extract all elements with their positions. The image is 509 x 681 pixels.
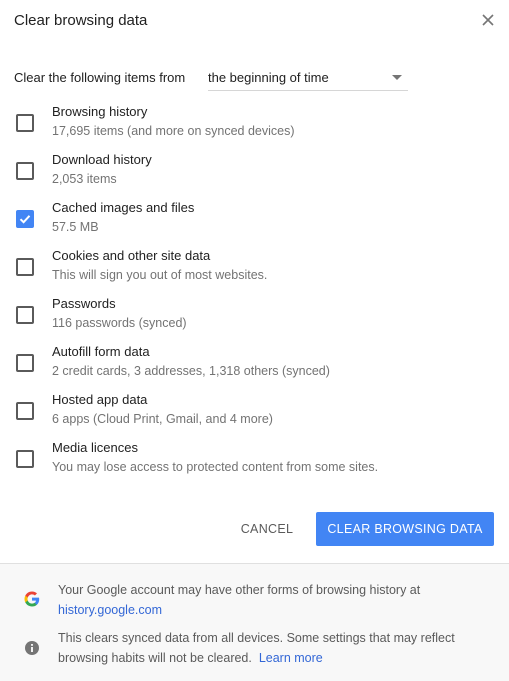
item-download-history[interactable]: Download history 2,053 items [0,152,509,196]
google-note-text: Your Google account may have other forms… [58,583,421,597]
item-cached-images[interactable]: Cached images and files 57.5 MB [0,200,509,244]
time-range-value: the beginning of time [208,70,329,85]
history-google-link[interactable]: history.google.com [58,603,162,617]
clear-browsing-data-dialog: Clear browsing data Clear the following … [0,0,509,681]
item-description: 2,053 items [52,172,117,186]
item-description: 57.5 MB [52,220,99,234]
item-hosted-app-data[interactable]: Hosted app data 6 apps (Cloud Print, Gma… [0,392,509,436]
cancel-button[interactable]: CANCEL [232,512,302,546]
item-description: 2 credit cards, 3 addresses, 1,318 other… [52,364,330,378]
checkbox[interactable] [16,306,34,324]
item-browsing-history[interactable]: Browsing history 17,695 items (and more … [0,104,509,148]
checkmark-icon [19,215,31,224]
info-icon [24,640,40,656]
item-label: Autofill form data [52,344,150,359]
item-cookies[interactable]: Cookies and other site data This will si… [0,248,509,292]
item-passwords[interactable]: Passwords 116 passwords (synced) [0,296,509,340]
item-description: This will sign you out of most websites. [52,268,268,282]
time-range-label: Clear the following items from [14,70,186,85]
item-label: Media licences [52,440,138,455]
google-g-icon [24,591,40,607]
sync-note-text: This clears synced data from all devices… [58,631,455,665]
time-range-select[interactable]: the beginning of time [208,66,408,91]
clear-browsing-data-button[interactable]: CLEAR BROWSING DATA [316,512,494,546]
dropdown-arrow-icon [392,75,402,80]
item-label: Hosted app data [52,392,148,407]
item-description: 116 passwords (synced) [52,316,187,330]
dialog-title: Clear browsing data [14,12,148,29]
checkbox[interactable] [16,258,34,276]
google-account-note: Your Google account may have other forms… [58,580,488,620]
close-icon[interactable] [478,10,498,30]
item-label: Browsing history [52,104,148,119]
item-media-licences[interactable]: Media licences You may lose access to pr… [0,440,509,484]
item-label: Download history [52,152,152,167]
checkbox[interactable] [16,450,34,468]
sync-note: This clears synced data from all devices… [58,628,488,668]
item-label: Cookies and other site data [52,248,211,263]
item-autofill[interactable]: Autofill form data 2 credit cards, 3 add… [0,344,509,388]
checkbox-checked[interactable] [16,210,34,228]
item-description: You may lose access to protected content… [52,460,379,474]
learn-more-link[interactable]: Learn more [259,651,323,665]
checkbox[interactable] [16,402,34,420]
item-label: Cached images and files [52,200,195,215]
checkbox[interactable] [16,114,34,132]
item-label: Passwords [52,296,116,311]
checkbox[interactable] [16,354,34,372]
item-description: 17,695 items (and more on synced devices… [52,124,295,138]
item-description: 6 apps (Cloud Print, Gmail, and 4 more) [52,412,273,426]
checkbox[interactable] [16,162,34,180]
